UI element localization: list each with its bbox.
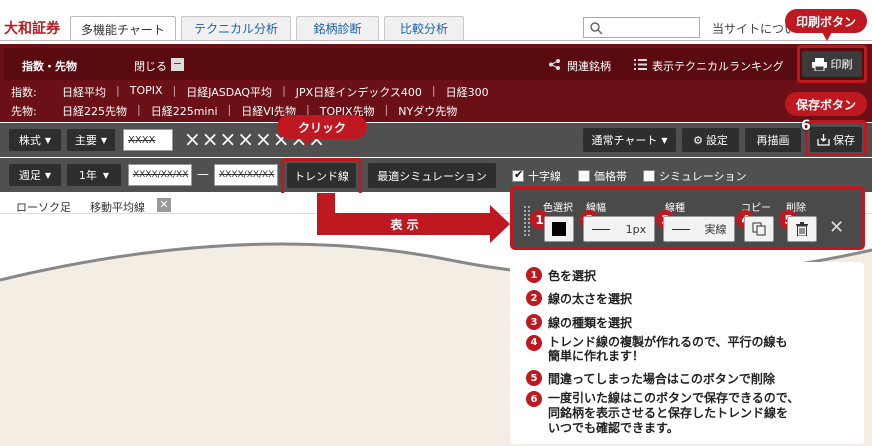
print-button[interactable]: 印刷: [802, 51, 862, 77]
tab-compare[interactable]: 比較分析: [384, 16, 464, 40]
save-number: 6: [801, 118, 811, 134]
save-icon: [817, 134, 830, 146]
legend-item: 4 トレンド線の複製が作れるので、平行の線も 簡単に作れます！: [526, 335, 788, 363]
legend-item: 1 色を選択: [526, 267, 596, 284]
legend-item: 6 一度引いた線はこのボタンで保存できるので、 同銘柄を表示させると保存したトレン…: [526, 391, 799, 436]
color-picker[interactable]: [544, 216, 574, 242]
index-row: 日経平均 | TOPIX | 日経JASDAQ平均 | JPX日経インデックス400 |…: [62, 84, 489, 100]
legend-item: 3 線の種類を選択: [526, 314, 632, 331]
index-item[interactable]: 日経平均: [62, 84, 106, 100]
list-icon: [634, 59, 647, 70]
futures-row: 日経225先物 | 日経225mini | 日経VI先物 | TOPIX先物 | NYダ…: [62, 103, 458, 119]
line-type-select[interactable]: 実線: [663, 216, 735, 242]
market-select[interactable]: 主要 ▼: [67, 129, 115, 151]
brand-logo: 大和証券: [4, 21, 60, 37]
index-item[interactable]: JPX日経インデックス400: [296, 84, 422, 100]
index-item[interactable]: TOPIX: [130, 84, 163, 100]
legend-item: 5 間違ってしまった場合はこのボタンで削除: [526, 370, 775, 387]
callout-pointer: [822, 32, 832, 41]
copy-icon: [752, 222, 766, 236]
technical-ranking-link[interactable]: 表示テクニカルランキング: [652, 58, 784, 74]
index-row-label: 指数:: [11, 86, 37, 99]
trash-icon: [796, 222, 808, 236]
print-button-callout: 印刷ボタン: [785, 9, 867, 33]
period-type-select[interactable]: 週足 ▼: [9, 164, 61, 186]
checkbox-checked[interactable]: ✔: [512, 168, 524, 182]
legend-item: 2 線の太さを選択: [526, 290, 632, 307]
index-item[interactable]: 日経300: [446, 84, 489, 100]
close-panel-icon[interactable]: −: [171, 58, 184, 71]
chart-type-select[interactable]: 通常チャート ▼: [583, 128, 676, 152]
close-icon[interactable]: ✕: [157, 198, 171, 212]
legend-box: 1 色を選択 2 線の太さを選択 3 線の種類を選択 4 トレンド線の複製が作れるので、…: [510, 262, 864, 444]
section-title: 指数・先物: [22, 60, 77, 73]
printer-icon: [811, 57, 827, 71]
tab-diagnosis[interactable]: 銘柄診断: [296, 16, 379, 40]
save-button-callout: 保存ボタン: [785, 92, 867, 116]
drag-handle[interactable]: [524, 206, 530, 236]
line-sample: [591, 228, 610, 230]
date-to-input[interactable]: XXXX/XX/XX: [214, 164, 278, 186]
related-stocks-link[interactable]: 関連銘柄: [567, 58, 611, 74]
price-band-checkbox[interactable]: 価格帯: [578, 168, 627, 184]
close-panel-label[interactable]: 閉じる: [134, 58, 167, 74]
checkbox-unchecked[interactable]: [643, 170, 655, 182]
click-callout: クリック: [277, 115, 367, 139]
search-icon: [590, 22, 603, 35]
futures-item[interactable]: NYダウ先物: [398, 103, 457, 119]
futures-item[interactable]: 日経225mini: [151, 103, 218, 119]
save-button[interactable]: 保存: [810, 127, 862, 152]
line-width-select[interactable]: 1px: [583, 216, 655, 242]
tab-multi-chart[interactable]: 多機能チャート: [70, 16, 176, 41]
gear-icon: ⚙: [693, 133, 703, 147]
share-icon: [549, 59, 560, 70]
simulation-button[interactable]: 最適シミュレーション: [368, 163, 496, 188]
date-separator: —: [197, 167, 209, 181]
callout-pointer: [302, 138, 312, 146]
color-swatch: [552, 222, 566, 236]
settings-button[interactable]: ⚙ 設定: [682, 128, 739, 152]
stock-code-input[interactable]: XXXX: [123, 129, 173, 151]
index-item[interactable]: 日経JASDAQ平均: [186, 84, 272, 100]
moving-average-tag: 移動平均線: [90, 201, 145, 214]
checkbox-unchecked[interactable]: [578, 170, 590, 182]
print-label: 印刷: [830, 58, 853, 71]
about-site-link[interactable]: 当サイトについて: [712, 20, 790, 37]
simulation-checkbox[interactable]: シミュレーション: [643, 168, 747, 184]
date-from-input[interactable]: XXXX/XX/XX: [128, 164, 192, 186]
tab-technical[interactable]: テクニカル分析: [181, 16, 291, 40]
copy-button[interactable]: [744, 216, 774, 242]
futures-row-label: 先物:: [11, 105, 37, 118]
delete-button[interactable]: [787, 216, 817, 242]
redraw-button[interactable]: 再描画: [745, 128, 801, 152]
crosshair-checkbox[interactable]: ✔ 十字線: [512, 168, 561, 184]
color-label: 色選択: [543, 203, 573, 214]
candlestick-tag: ローソク足: [16, 201, 71, 214]
stock-type-select[interactable]: 株式 ▼: [9, 129, 61, 151]
line-sample: [671, 228, 690, 230]
close-panel-icon[interactable]: ✕: [829, 217, 844, 238]
futures-item[interactable]: 日経225先物: [62, 103, 127, 119]
trendline-button[interactable]: トレンド線: [287, 163, 356, 188]
search-input[interactable]: [583, 17, 700, 38]
tab-divider: [0, 40, 872, 41]
span-select[interactable]: 1年 ▼: [67, 164, 121, 186]
